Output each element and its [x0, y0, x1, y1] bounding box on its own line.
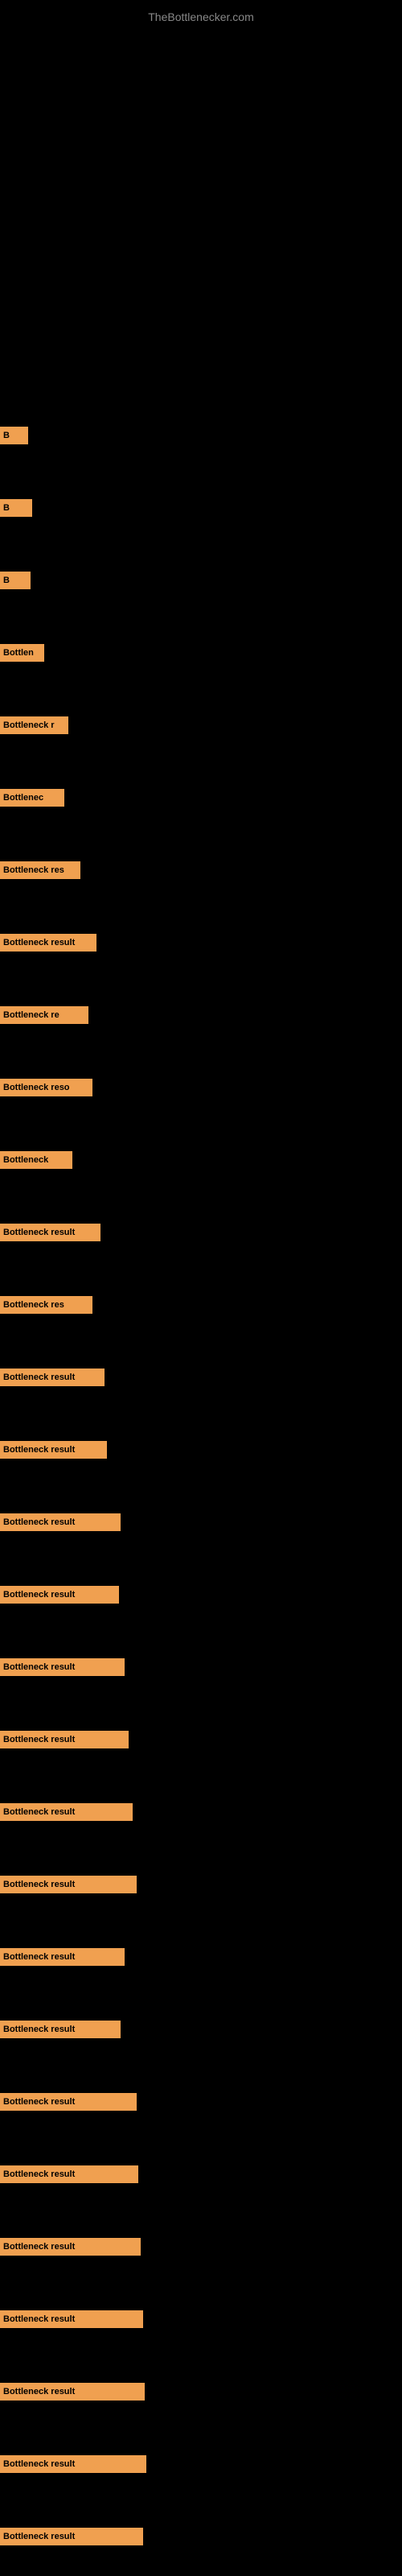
bar-item: Bottleneck result	[0, 2021, 121, 2038]
bottleneck-result-bar[interactable]: Bottleneck result	[0, 1658, 125, 1676]
bottleneck-result-bar[interactable]: Bottleneck result	[0, 1368, 105, 1386]
bar-item: Bottleneck result	[0, 1224, 100, 1241]
bottleneck-result-bar[interactable]: Bottleneck result	[0, 1731, 129, 1748]
bottleneck-result-bar[interactable]: Bottleneck result	[0, 934, 96, 952]
site-title: TheBottlenecker.com	[0, 4, 402, 30]
bottleneck-result-bar[interactable]: Bottleneck result	[0, 2528, 143, 2545]
bottleneck-result-bar[interactable]: Bottleneck result	[0, 1513, 121, 1531]
bottleneck-result-bar[interactable]: Bottleneck result	[0, 1586, 119, 1604]
bar-item: Bottleneck result	[0, 1803, 133, 1821]
bottleneck-result-bar[interactable]: Bottleneck result	[0, 1803, 133, 1821]
bar-item: Bottleneck result	[0, 2383, 145, 2401]
bar-item: Bottleneck result	[0, 1368, 105, 1386]
bottleneck-result-bar[interactable]: Bottleneck result	[0, 1224, 100, 1241]
bar-item: Bottleneck r	[0, 716, 68, 734]
bottleneck-result-bar[interactable]: Bottleneck result	[0, 2383, 145, 2401]
bottleneck-result-bar[interactable]: Bottleneck r	[0, 716, 68, 734]
bottleneck-result-bar[interactable]: Bottleneck result	[0, 1441, 107, 1459]
bottleneck-result-bar[interactable]: Bottleneck result	[0, 2310, 143, 2328]
bar-item: Bottleneck result	[0, 1441, 107, 1459]
bottleneck-result-bar[interactable]: Bottleneck res	[0, 1296, 92, 1314]
bottleneck-result-bar[interactable]: Bottlenec	[0, 789, 64, 807]
bar-item: Bottleneck	[0, 1151, 72, 1169]
bottleneck-result-bar[interactable]: Bottleneck	[0, 1151, 72, 1169]
bar-item: Bottleneck reso	[0, 1079, 92, 1096]
bottleneck-result-bar[interactable]: Bottleneck reso	[0, 1079, 92, 1096]
bar-item: Bottleneck result	[0, 2528, 143, 2545]
bar-item: Bottleneck result	[0, 2310, 143, 2328]
bottleneck-result-bar[interactable]: Bottlen	[0, 644, 44, 662]
bar-item: Bottleneck re	[0, 1006, 88, 1024]
bar-item: B	[0, 572, 31, 589]
bar-item: Bottleneck result	[0, 2238, 141, 2256]
bottleneck-result-bar[interactable]: Bottleneck result	[0, 1876, 137, 1893]
bar-item: B	[0, 427, 28, 444]
bottleneck-result-bar[interactable]: Bottleneck res	[0, 861, 80, 879]
bottleneck-result-bar[interactable]: Bottleneck result	[0, 2238, 141, 2256]
bar-item: Bottlenec	[0, 789, 64, 807]
bar-item: Bottlen	[0, 644, 44, 662]
bottleneck-result-bar[interactable]: Bottleneck result	[0, 2165, 138, 2183]
bar-item: Bottleneck result	[0, 1731, 129, 1748]
bottleneck-result-bar[interactable]: Bottleneck result	[0, 2021, 121, 2038]
bar-item: Bottleneck result	[0, 2455, 146, 2473]
bottleneck-result-bar[interactable]: B	[0, 499, 32, 517]
bar-item: Bottleneck result	[0, 2093, 137, 2111]
bottleneck-result-bar[interactable]: Bottleneck result	[0, 1948, 125, 1966]
bar-item: Bottleneck result	[0, 1586, 119, 1604]
bottleneck-result-bar[interactable]: Bottleneck re	[0, 1006, 88, 1024]
bar-item: Bottleneck result	[0, 1658, 125, 1676]
bottleneck-result-bar[interactable]: B	[0, 572, 31, 589]
bar-item: Bottleneck result	[0, 1948, 125, 1966]
bottleneck-result-bar[interactable]: Bottleneck result	[0, 2093, 137, 2111]
bar-item: Bottleneck res	[0, 1296, 92, 1314]
bottleneck-result-bar[interactable]: B	[0, 427, 28, 444]
bar-item: Bottleneck res	[0, 861, 80, 879]
bar-item: Bottleneck result	[0, 1513, 121, 1531]
bottleneck-result-bar[interactable]: Bottleneck result	[0, 2455, 146, 2473]
bar-item: Bottleneck result	[0, 2165, 138, 2183]
bar-item: Bottleneck result	[0, 934, 96, 952]
bar-item: Bottleneck result	[0, 1876, 137, 1893]
bar-item: B	[0, 499, 32, 517]
